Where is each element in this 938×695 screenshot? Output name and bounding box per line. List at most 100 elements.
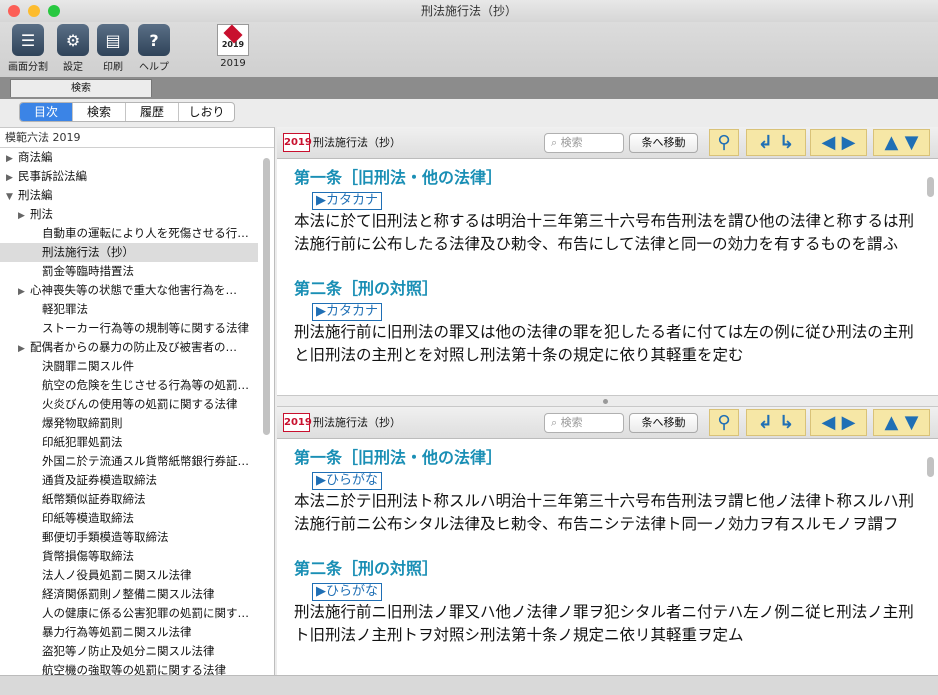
toc-item[interactable]: ▶ 民事訴訟法編 [0, 167, 258, 186]
disclosure-closed-icon[interactable]: ▶ [6, 150, 18, 167]
back-arrow-icon[interactable]: ↲ [758, 412, 773, 433]
settings-button[interactable]: ⚙ 設定 [56, 24, 90, 73]
toc-item[interactable]: ▶ 商法編 [0, 148, 258, 167]
year-badge: 2019 [283, 133, 312, 152]
toc-item[interactable]: 罰金等臨時措置法 [0, 262, 258, 281]
disclosure-closed-icon[interactable]: ▶ [18, 283, 30, 300]
search-input[interactable]: ⌕ 検索 [544, 413, 624, 433]
toc-item[interactable]: 経済関係罰則ノ整備ニ関スル法律 [0, 585, 258, 604]
search-tab[interactable]: 検索 [10, 79, 152, 97]
toc-item[interactable]: 航空機の強取等の処罰に関する法律 [0, 661, 258, 675]
disclosure-closed-icon[interactable]: ▶ [6, 169, 18, 186]
toc-item[interactable]: ▶ 配偶者からの暴力の防止及び被害者の… [0, 338, 258, 357]
toc-item-label: 商法編 [18, 150, 53, 164]
tab-history[interactable]: 履歴 [126, 103, 179, 121]
toc-item[interactable]: 火炎びんの使用等の処罰に関する法律 [0, 395, 258, 414]
help-button[interactable]: ? ヘルプ [134, 24, 174, 73]
toc-item-label: 郵便切手類模造等取締法 [42, 530, 169, 544]
toc-item[interactable]: 暴力行為等処罰ニ関スル法律 [0, 623, 258, 642]
toc-tree: ▶ 商法編 ▶ 民事訴訟法編 ▼ 刑法編 ▶ 刑法 自動車の運転により人を死傷させる行… 刑法施行… [0, 148, 274, 675]
down-arrow-icon[interactable]: ▼ [905, 132, 919, 153]
split-view-label: 画面分割 [8, 62, 48, 73]
toc-item[interactable]: ストーカー行為等の規制等に関する法律 [0, 319, 258, 338]
article-text: 刑法施行前に旧刑法の罪又は他の法律の罪を犯したる者に付ては左の例に従ひ刑法の主刑… [294, 323, 914, 364]
tab-bookmarks[interactable]: しおり [179, 103, 234, 121]
script-toggle-button[interactable]: ▶カタカナ [312, 192, 382, 210]
find-button[interactable]: ⚲ [709, 129, 739, 156]
disclosure-closed-icon[interactable]: ▶ [18, 207, 30, 224]
toc-item-label: 法人ノ役員処罰ニ関スル法律 [42, 568, 192, 582]
zoom-button[interactable] [48, 5, 60, 17]
pane-content: 第一条［旧刑法・他の法律］ ▶ひらがな 本法ニ於テ旧刑法ト称スルハ明治十三年第三十六… [277, 440, 922, 675]
edition-button[interactable]: 2019 2019 [214, 23, 252, 69]
toc-item-label: 暴力行為等処罰ニ関スル法律 [42, 625, 192, 639]
find-button[interactable]: ⚲ [709, 409, 739, 436]
pane-scrollbar[interactable] [927, 457, 934, 477]
article-text: 刑法施行前ニ旧刑法ノ罪又ハ他ノ法律ノ罪ヲ犯シタル者ニ付テハ左ノ例ニ従ヒ刑法ノ主刑… [294, 603, 914, 644]
toolbar: ☰ 画面分割 ⚙ 設定 ▤ 印刷 ? ヘルプ 2019 2019 [0, 22, 938, 77]
pane-scrollbar[interactable] [927, 177, 934, 197]
toc-item[interactable]: 自動車の運転により人を死傷させる行… [0, 224, 258, 243]
toc-item[interactable]: 通貨及証券模造取締法 [0, 471, 258, 490]
toc-item-label: 通貨及証券模造取締法 [42, 473, 157, 487]
jump-to-article-button[interactable]: 条へ移動 [629, 133, 698, 153]
up-arrow-icon[interactable]: ▲ [885, 412, 899, 433]
scroll-nav: ▲ ▼ [873, 129, 930, 156]
prev-article-icon[interactable]: ◀ [822, 412, 836, 433]
disclosure-closed-icon[interactable]: ▶ [18, 340, 30, 357]
up-arrow-icon[interactable]: ▲ [885, 132, 899, 153]
toc-item[interactable]: 爆発物取締罰則 [0, 414, 258, 433]
toc-item[interactable]: 郵便切手類模造等取締法 [0, 528, 258, 547]
jump-to-article-button[interactable]: 条へ移動 [629, 413, 698, 433]
toc-item[interactable]: 印紙犯罪処罰法 [0, 433, 258, 452]
toc-item[interactable]: 紙幣類似証券取締法 [0, 490, 258, 509]
minimize-button[interactable] [28, 5, 40, 17]
toc-item[interactable]: 決闘罪ニ関スル件 [0, 357, 258, 376]
toc-item[interactable]: 人の健康に係る公害犯罪の処罰に関す… [0, 604, 258, 623]
book-logo-icon: 2019 [217, 23, 249, 56]
search-input[interactable]: ⌕ 検索 [544, 133, 624, 153]
down-arrow-icon[interactable]: ▼ [905, 412, 919, 433]
window-title: 刑法施行法（抄） [420, 4, 517, 18]
toc-item-label: 印紙等模造取締法 [42, 511, 134, 525]
toc-item[interactable]: 軽犯罪法 [0, 300, 258, 319]
toc-item[interactable]: ▶ 刑法 [0, 205, 258, 224]
splitter-handle[interactable] [603, 399, 608, 404]
toc-item[interactable]: 航空の危険を生じさせる行為等の処罰… [0, 376, 258, 395]
tab-search[interactable]: 検索 [73, 103, 126, 121]
next-article-icon[interactable]: ▶ [842, 132, 856, 153]
pane-splitter[interactable] [277, 395, 938, 407]
toc-item[interactable]: 盗犯等ノ防止及処分ニ関スル法律 [0, 642, 258, 661]
prev-article-icon[interactable]: ◀ [822, 132, 836, 153]
sidebar-tabs: 目次 検索 履歴 しおり [19, 102, 235, 122]
sidebar-scrollbar[interactable] [263, 158, 270, 435]
script-toggle-button[interactable]: ▶ひらがな [312, 583, 382, 601]
split-view-button[interactable]: ☰ 画面分割 [6, 24, 50, 73]
close-button[interactable] [8, 5, 20, 17]
toc-item-label: 貨幣損傷等取締法 [42, 549, 134, 563]
forward-arrow-icon[interactable]: ↳ [779, 132, 794, 153]
toc-item[interactable]: 刑法施行法（抄） [0, 243, 258, 262]
disclosure-open-icon[interactable]: ▼ [6, 188, 18, 205]
tab-contents[interactable]: 目次 [20, 103, 73, 121]
forward-arrow-icon[interactable]: ↳ [779, 412, 794, 433]
toc-item[interactable]: 外国ニ於テ流通スル貨幣紙幣銀行券証… [0, 452, 258, 471]
printer-icon: ▤ [97, 24, 129, 56]
toc-item[interactable]: 貨幣損傷等取締法 [0, 547, 258, 566]
toc-item-label: 刑法編 [18, 188, 53, 202]
script-toggle-button[interactable]: ▶ひらがな [312, 472, 382, 490]
article-text: 本法ニ於テ旧刑法ト称スルハ明治十三年第三十六号布告刑法ヲ謂ヒ他ノ法律ト称スルハ刑… [294, 492, 915, 533]
toc-item[interactable]: ▼ 刑法編 [0, 186, 258, 205]
toc-item-label: 罰金等臨時措置法 [42, 264, 134, 278]
toc-item[interactable]: 法人ノ役員処罰ニ関スル法律 [0, 566, 258, 585]
toc-item-label: 外国ニ於テ流通スル貨幣紙幣銀行券証… [42, 454, 249, 468]
scroll-nav: ▲ ▼ [873, 409, 930, 436]
script-toggle-button[interactable]: ▶カタカナ [312, 303, 382, 321]
toc-item-label: 心神喪失等の状態で重大な他害行為を… [30, 283, 237, 297]
toc-item[interactable]: ▶ 心神喪失等の状態で重大な他害行為を… [0, 281, 258, 300]
toc-item-label: 火炎びんの使用等の処罰に関する法律 [42, 397, 238, 411]
back-arrow-icon[interactable]: ↲ [758, 132, 773, 153]
next-article-icon[interactable]: ▶ [842, 412, 856, 433]
toc-item[interactable]: 印紙等模造取締法 [0, 509, 258, 528]
print-button[interactable]: ▤ 印刷 [96, 24, 130, 73]
